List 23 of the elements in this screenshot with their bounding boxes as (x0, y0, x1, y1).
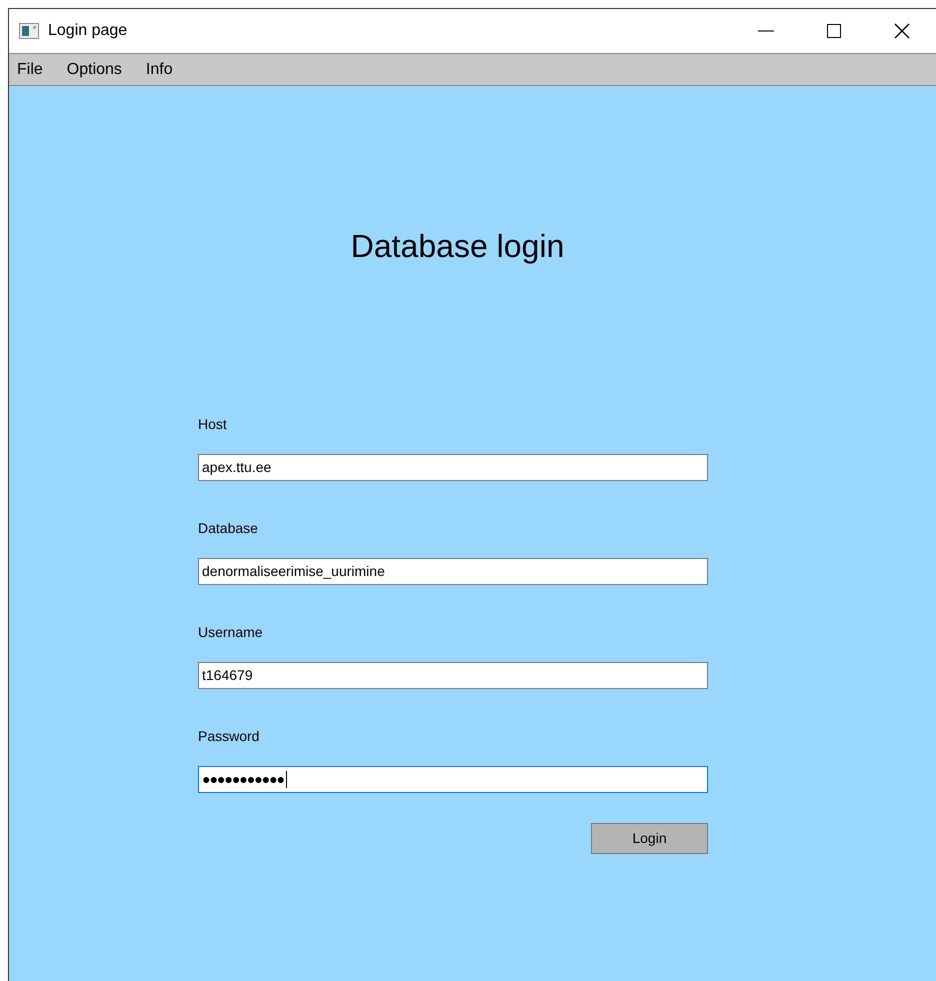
menu-item[interactable]: Info (146, 58, 173, 82)
input-field[interactable]: apex.ttu.ee (198, 454, 708, 481)
menu-item[interactable]: File (17, 58, 43, 82)
field-value: ●●●●●●●●●●● (202, 770, 284, 789)
field-label: Database (198, 519, 259, 538)
close-icon (894, 23, 910, 39)
field-label: Host (198, 415, 228, 434)
minimize-icon (758, 30, 774, 32)
window-title: Login page (48, 21, 128, 41)
text-caret (286, 771, 288, 788)
input-field[interactable]: denormaliseerimise_uurimine (198, 558, 708, 585)
field-value: t164679 (202, 666, 253, 685)
login-button[interactable]: Login (591, 823, 708, 854)
field-label: Username (198, 623, 264, 642)
field-label: Password (198, 727, 260, 746)
field-value: apex.ttu.ee (202, 458, 272, 477)
input-field[interactable]: ●●●●●●●●●●● (198, 766, 708, 793)
menu-item[interactable]: Options (66, 58, 122, 82)
field-value: denormaliseerimise_uurimine (202, 562, 385, 581)
input-field[interactable]: t164679 (198, 662, 708, 689)
app-icon (19, 23, 39, 39)
maximize-icon (827, 24, 841, 38)
page-heading: Database login (350, 227, 564, 266)
